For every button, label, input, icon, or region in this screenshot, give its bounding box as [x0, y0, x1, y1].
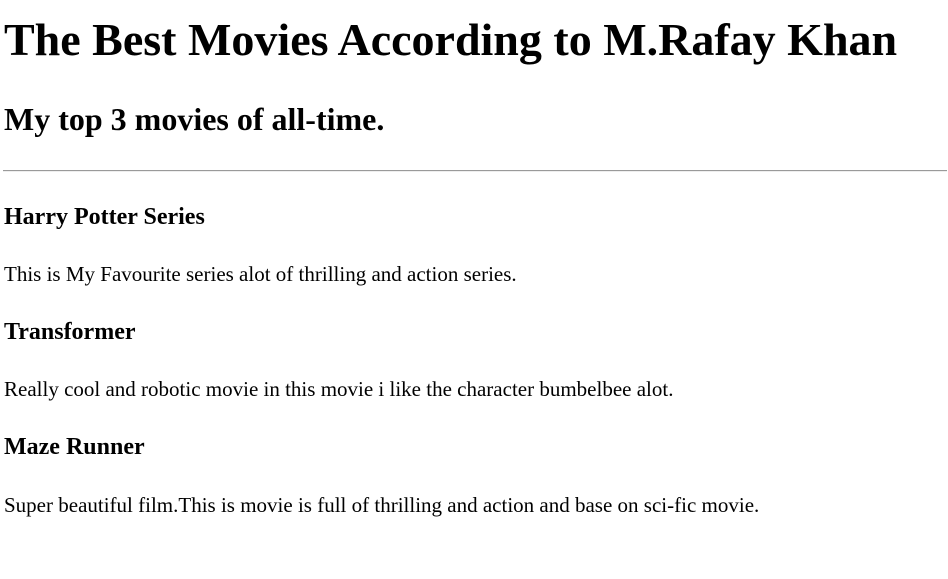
movie-title: Harry Potter Series: [4, 204, 205, 230]
page-title: The Best Movies According to M.Rafay Kha…: [4, 14, 898, 65]
movie-title: Maze Runner: [4, 434, 145, 460]
movie-title: Transformer: [4, 319, 136, 345]
movie-description: This is My Favourite series alot of thri…: [4, 262, 517, 286]
movie-description: Really cool and robotic movie in this mo…: [4, 377, 674, 401]
movie-description: Super beautiful film.This is movie is fu…: [4, 493, 760, 517]
divider: [3, 170, 947, 172]
page-subtitle: My top 3 movies of all-time.: [4, 101, 385, 137]
